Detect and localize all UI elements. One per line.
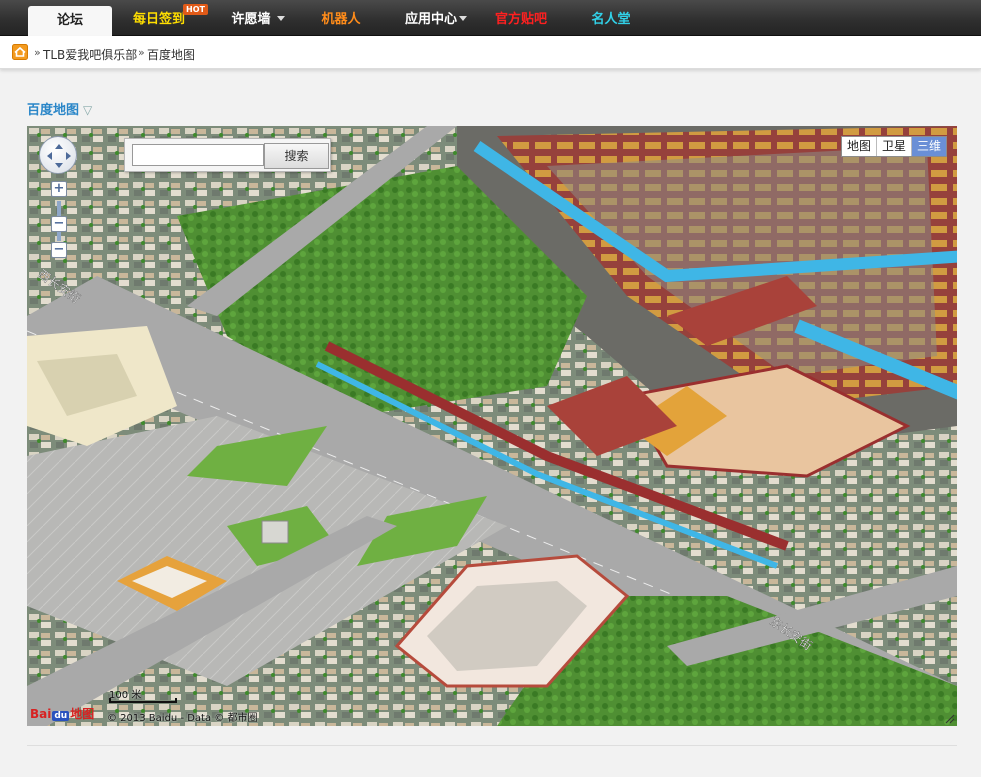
breadcrumb-baidu-map[interactable]: 百度地图 [147, 46, 195, 63]
section-title[interactable]: 百度地图 ▽ [27, 99, 92, 118]
section-title-text: 百度地图 [27, 103, 80, 118]
map-copyright: © 2013 Baidu - Data © 都市圈 [107, 713, 258, 724]
pan-arrows-icon [47, 144, 71, 168]
pan-control[interactable] [39, 136, 77, 174]
map-3d-render[interactable]: 西长安街 东长安街 [27, 126, 957, 726]
map-type-switcher: 地图 卫星 三维 [840, 136, 947, 157]
tab-app-center[interactable]: 应用中心 [396, 0, 476, 36]
logo-du: du [52, 711, 70, 721]
top-nav: 论坛 每日签到 HOT 许愿墙 机器人 应用中心 官方贴吧 名人堂 [0, 0, 981, 36]
chevron-down-icon [459, 16, 467, 21]
divider [27, 745, 957, 746]
logo-bai: Bai [30, 707, 52, 721]
zoom-in-button[interactable]: + [51, 181, 67, 197]
zoom-out-button[interactable]: − [51, 242, 67, 258]
scale-bar [109, 698, 177, 703]
tab-wish-wall-label: 许愿墙 [231, 12, 271, 27]
zoom-level-handle[interactable]: − [51, 216, 67, 232]
logo-map: 地图 [70, 707, 95, 721]
tab-robot[interactable]: 机器人 [312, 0, 370, 36]
resize-corner-icon[interactable] [945, 714, 955, 724]
map-type-map[interactable]: 地图 [841, 137, 877, 156]
chevron-down-icon [276, 16, 285, 21]
baidu-map-logo[interactable]: Bai du 地图 [30, 705, 94, 722]
home-icon[interactable] [12, 44, 28, 60]
tab-official-tieba[interactable]: 官方贴吧 [488, 0, 554, 36]
search-button[interactable]: 搜索 [264, 143, 329, 169]
tab-wish-wall[interactable]: 许愿墙 [222, 0, 294, 36]
breadcrumb-club-link[interactable]: TLB爱我吧俱乐部 [43, 46, 137, 63]
map-search-input[interactable] [132, 144, 264, 166]
tab-app-center-label: 应用中心 [404, 12, 457, 27]
baidu-map[interactable]: 西长安街 东长安街 + − − 搜索 地图 卫星 三维 100 米 Bai du 地… [27, 126, 957, 726]
map-search: 搜索 [124, 138, 331, 172]
breadcrumb: » TLB爱我吧俱乐部 » 百度地图 [0, 36, 981, 69]
map-type-3d[interactable]: 三维 [911, 137, 946, 156]
hot-badge: HOT [183, 4, 208, 15]
breadcrumb-separator: » [138, 46, 145, 59]
breadcrumb-separator: » [34, 46, 41, 59]
tab-forum[interactable]: 论坛 [28, 6, 112, 36]
tab-hall-of-fame[interactable]: 名人堂 [583, 0, 639, 36]
collapse-toggle-icon[interactable]: ▽ [83, 103, 92, 117]
map-type-satellite[interactable]: 卫星 [876, 137, 912, 156]
